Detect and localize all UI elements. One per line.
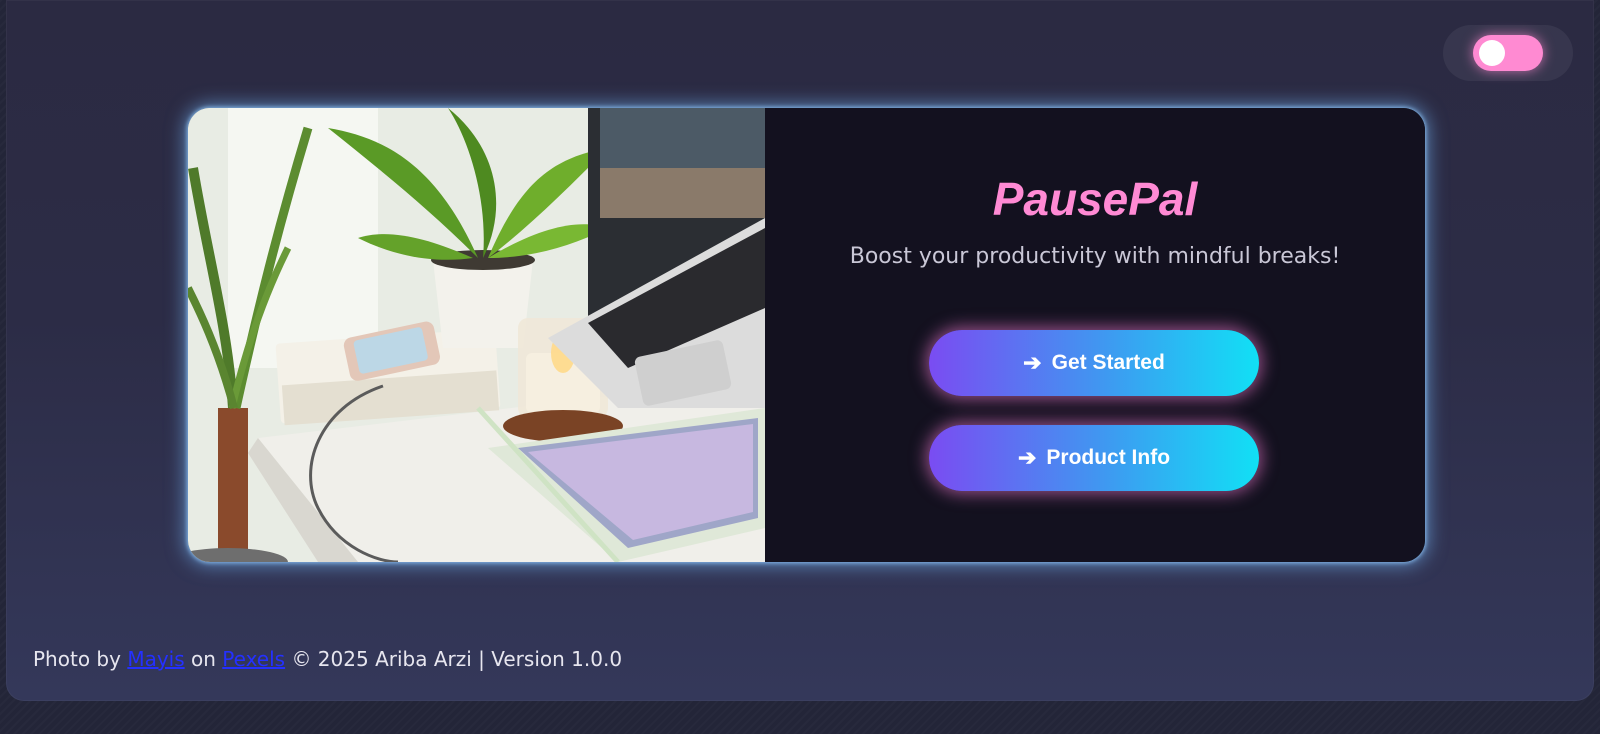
theme-toggle[interactable]: [1473, 35, 1543, 71]
get-started-button[interactable]: ➔ Get Started: [929, 330, 1259, 396]
pexels-link[interactable]: Pexels: [222, 647, 285, 671]
footer-middle: on: [191, 647, 216, 671]
theme-toggle-container: [1443, 25, 1573, 81]
hero-content: PausePal Boost your productivity with mi…: [765, 108, 1425, 562]
footer-copyright: © 2025 Ariba Arzi | Version 1.0.0: [291, 647, 623, 671]
workspace-photo: [188, 108, 765, 562]
arrow-right-icon: ➔: [1017, 445, 1037, 470]
product-info-button[interactable]: ➔ Product Info: [929, 425, 1259, 491]
product-info-label: Product Info: [1046, 446, 1171, 469]
get-started-label: Get Started: [1051, 351, 1165, 374]
hero-card: PausePal Boost your productivity with mi…: [188, 108, 1425, 562]
footer-credit: Photo by Mayis on Pexels © 2025 Ariba Ar…: [33, 647, 622, 671]
app-tagline: Boost your productivity with mindful bre…: [849, 244, 1341, 269]
app-title: PausePal: [992, 173, 1198, 225]
theme-toggle-knob: [1479, 40, 1505, 66]
photographer-link[interactable]: Mayis: [127, 647, 184, 671]
app-frame: PausePal Boost your productivity with mi…: [6, 0, 1594, 701]
arrow-right-icon: ➔: [1023, 350, 1042, 375]
footer-prefix: Photo by: [33, 647, 121, 671]
